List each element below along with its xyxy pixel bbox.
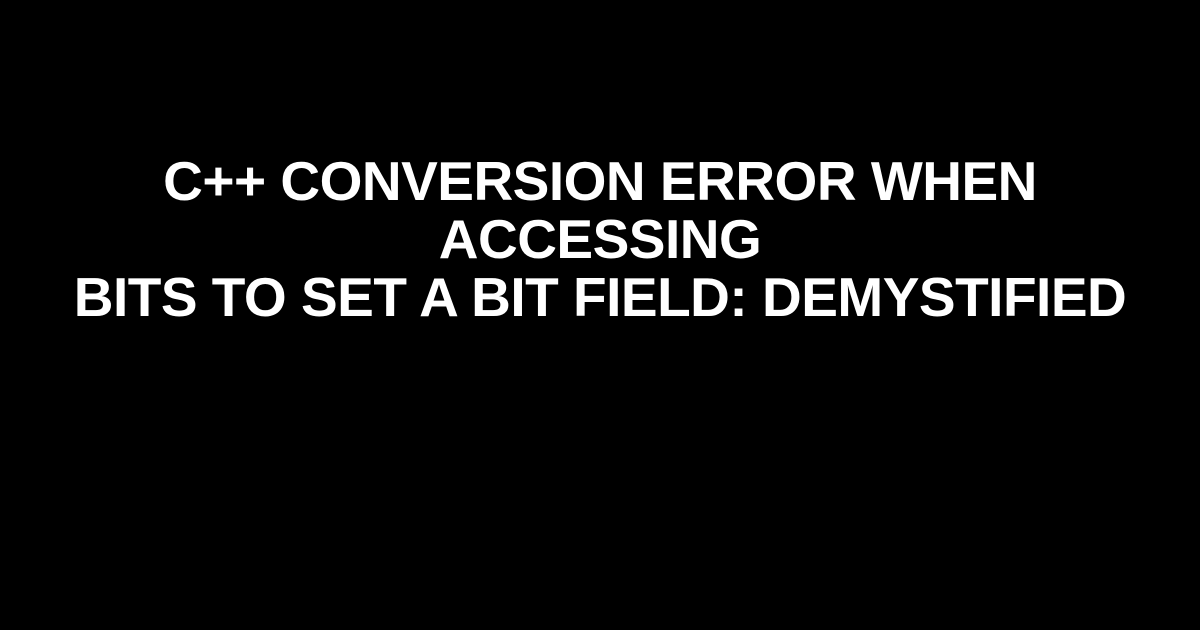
title-container: C++ CONVERSION ERROR WHEN ACCESSING BITS… [0, 153, 1200, 326]
page-title: C++ CONVERSION ERROR WHEN ACCESSING BITS… [50, 153, 1150, 326]
title-line-1: C++ CONVERSION ERROR WHEN ACCESSING [163, 150, 1037, 270]
title-line-2: BITS TO SET A BIT FIELD: DEMYSTIFIED [74, 266, 1127, 328]
